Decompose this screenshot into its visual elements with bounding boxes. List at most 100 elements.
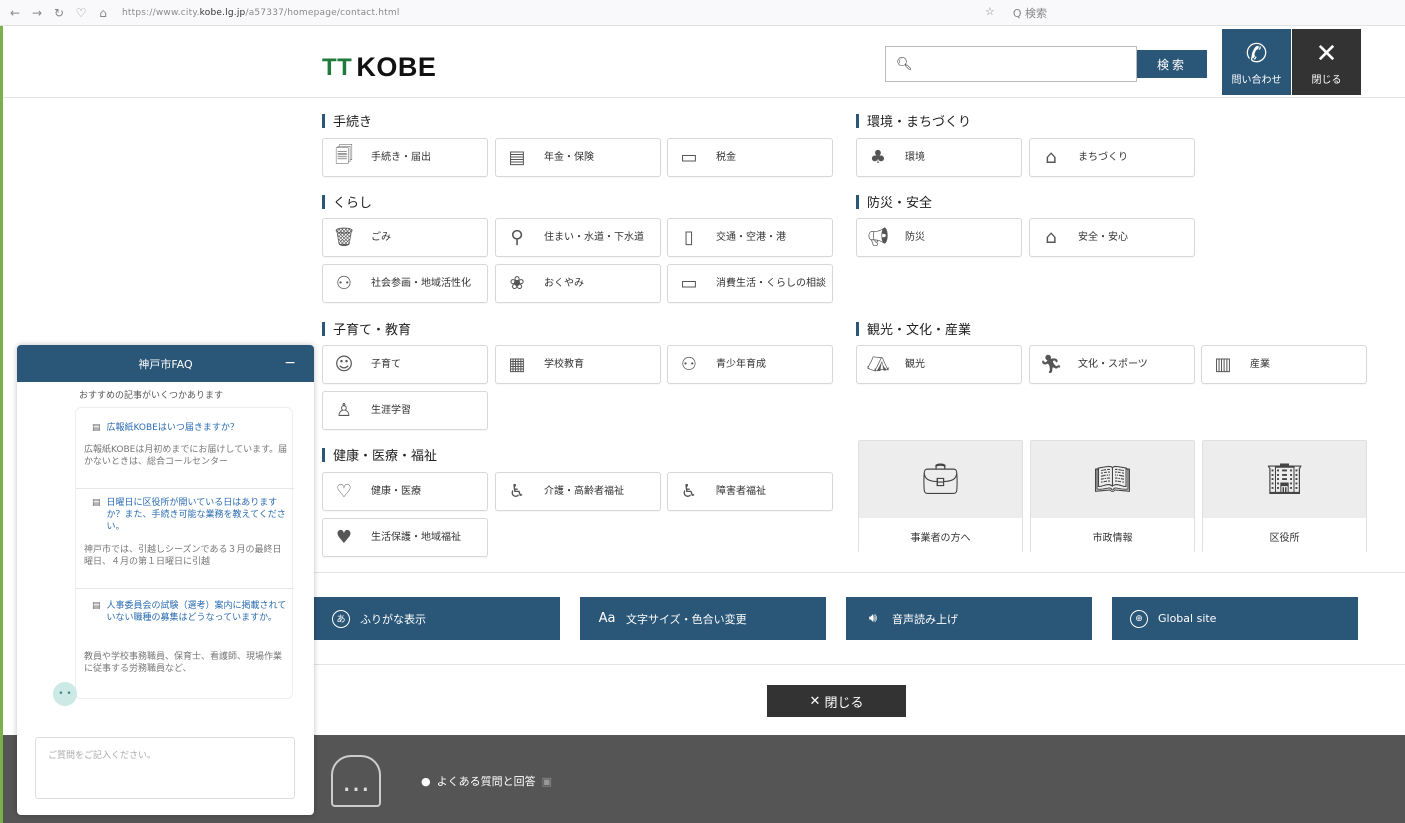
item-tourism[interactable]: ⛺︎ 観光 [856, 345, 1022, 384]
item-label: 社会参画・地域活性化 [371, 277, 471, 289]
item-procedures-filing[interactable]: 🗐 手続き・届出 [322, 138, 488, 177]
search-button[interactable]: 検索 [1137, 50, 1207, 78]
item-safety[interactable]: ⌂ 安全・安心 [1029, 218, 1195, 257]
card-business[interactable]: 💼︎ 事業者の方へ [858, 440, 1023, 554]
section-environment: 環境・まちづくり [856, 111, 971, 130]
divider [76, 488, 294, 489]
item-lifelong-learning[interactable]: ♙ 生涯学習 [322, 391, 488, 430]
faq-question[interactable]: ▤ 日曜日に区役所が開いている日はありますか？また、手続き可能な業務を教えてくださ… [92, 497, 288, 533]
read-aloud-button[interactable]: 🔊︎ 音声読み上げ [846, 597, 1092, 640]
contact-label: 問い合わせ [1231, 74, 1282, 86]
search-input[interactable] [920, 49, 1121, 79]
furigana-button[interactable]: あふりがな表示 [314, 597, 560, 640]
item-condolence[interactable]: ❀ おくやみ [495, 264, 661, 303]
item-industry[interactable]: ▥ 産業 [1201, 345, 1367, 384]
kobe-logo[interactable]: ΤΤ KOBE [322, 52, 436, 83]
chat-input[interactable]: ご質問をご記入ください。 [35, 737, 295, 799]
card-label: 市政情報 [1031, 518, 1194, 554]
item-health-medical[interactable]: ♡ 健康・医療 [322, 472, 488, 511]
close-label: 閉じる [1311, 74, 1342, 86]
item-tax[interactable]: ▭ 税金 [667, 138, 833, 177]
item-town-planning[interactable]: ⌂ まちづくり [1029, 138, 1195, 177]
address-bar[interactable]: https://www.city.kobe.lg.jp/a57337/homep… [122, 8, 400, 18]
item-label: 文化・スポーツ [1078, 358, 1148, 370]
close-menu-button[interactable]: ✕ 閉じる [1292, 29, 1361, 95]
item-disability-welfare[interactable]: ♿︎ 障害者福祉 [667, 472, 833, 511]
faq-question[interactable]: ▤ 広報紙KOBEはいつ届きますか？ [92, 422, 282, 434]
chat-title: 神戸市FAQ [138, 357, 193, 371]
text-size-color-button[interactable]: Aa 文字サイズ・色合い変更 [580, 597, 826, 640]
card-ward-office[interactable]: 🏢︎ 区役所 [1202, 440, 1367, 554]
item-label: 年金・保険 [544, 151, 594, 163]
item-environment[interactable]: ♣ 環境 [856, 138, 1022, 177]
contact-button[interactable]: ✆ 問い合わせ [1222, 29, 1291, 95]
util-label: ふりがな表示 [360, 612, 426, 626]
util-label: 音声読み上げ [892, 612, 958, 626]
item-label: 青少年育成 [716, 358, 766, 370]
heart-icon: ♡ [335, 481, 353, 502]
external-link-icon: ▣ [541, 774, 553, 788]
faq-link[interactable]: ● よくある質問と回答 ▣ [421, 773, 552, 789]
item-welfare-protection[interactable]: ♥ 生活保護・地域福祉 [322, 518, 488, 557]
trees-icon: ♣ [869, 147, 887, 168]
close-bottom-label: 閉じる [824, 695, 864, 711]
item-label: 生活保護・地域福祉 [371, 531, 461, 543]
close-bottom-button[interactable]: ✕ 閉じる [767, 685, 906, 717]
search-box[interactable]: 🔍︎ [885, 46, 1137, 82]
global-site-button[interactable]: ⊕ Global site [1112, 597, 1358, 640]
faq-answer: 神戸市では、引越しシーズンである３月の最終日曜日、４月の第１日曜日に引越 [84, 545, 282, 567]
chat-intro: おすすめの記事がいくつかあります [79, 391, 224, 401]
faq-answer: 広報紙KOBEは月初めまでにお届けしています。届かないときは、総合コールセンター [84, 445, 288, 467]
card-city-info[interactable]: 📖︎ 市政情報 [1030, 440, 1195, 554]
faq-answer: 教員や学校事務職員、保育士、看護師、現場作業に従事する労務職員など、 [84, 652, 283, 674]
browser-search[interactable]: Q 検索 [1013, 5, 1047, 21]
star-icon[interactable]: ☆ [985, 5, 995, 21]
chat-header[interactable]: 神戸市FAQ − [17, 345, 314, 382]
home-shield-icon: ⌂ [1045, 227, 1057, 248]
section-procedures: 手続き [322, 111, 372, 130]
faq-chat-widget: 神戸市FAQ − おすすめの記事がいくつかあります ▤ 広報紙KOBEはいつ届きま… [17, 345, 314, 815]
faq-link-label: よくある質問と回答 [436, 775, 536, 788]
item-label: ごみ [371, 231, 391, 243]
bullet-icon: ● [421, 774, 431, 788]
item-garbage[interactable]: 🗑︎ ごみ [322, 218, 488, 257]
url-suffix: /a57337/homepage/contact.html [245, 7, 400, 18]
document-icon: ▤ [92, 498, 101, 508]
item-consumer[interactable]: ▭ 消費生活・くらしの相談 [667, 264, 833, 303]
util-label: 文字サイズ・色合い変更 [626, 612, 747, 626]
baby-icon: ☺ [334, 354, 354, 375]
wheelchair-icon: ♿︎ [680, 481, 698, 502]
flower-icon: ❀ [509, 273, 525, 294]
back-icon[interactable]: ← [8, 6, 22, 20]
item-label: 環境 [905, 151, 925, 163]
item-youth[interactable]: ⚇ 青少年育成 [667, 345, 833, 384]
chat-bubble-icon: ▭ [680, 273, 698, 294]
close-icon: ✕ [809, 693, 821, 709]
item-label: おくやみ [544, 277, 584, 289]
item-childrearing[interactable]: ☺ 子育て [322, 345, 488, 384]
item-disaster-prevention[interactable]: 📢︎ 防災 [856, 218, 1022, 257]
item-housing-water[interactable]: ⚲ 住まい・水道・下水道 [495, 218, 661, 257]
megaphone-icon: 📢︎ [866, 227, 890, 248]
bot-avatar: • • [53, 682, 77, 706]
item-label: 観光 [905, 358, 925, 370]
item-elderly-care[interactable]: ♿︎ 介護・高齢者福祉 [495, 472, 661, 511]
minimize-icon[interactable]: − [284, 355, 296, 371]
item-pension-insurance[interactable]: ▤ 年金・保険 [495, 138, 661, 177]
item-community[interactable]: ⚇ 社会参画・地域活性化 [322, 264, 488, 303]
item-school[interactable]: ▦ 学校教育 [495, 345, 661, 384]
faq-question-text: 広報紙KOBEはいつ届きますか？ [106, 423, 239, 433]
faq-question[interactable]: ▤ 人事委員会の試験（選考）案内に掲載されていない職種の募集はどうなっていますか。 [92, 600, 288, 624]
hands-heart-icon: ♥ [335, 527, 353, 548]
logo-text: KOBE [356, 52, 437, 82]
forward-icon[interactable]: → [30, 6, 44, 20]
register-icon: ▭ [680, 147, 698, 168]
item-label: 学校教育 [544, 358, 584, 370]
shield-icon[interactable]: ♡ [74, 6, 88, 20]
browser-toolbar: ← → ↻ ♡ ⌂ https://www.city.kobe.lg.jp/a5… [0, 0, 1405, 26]
item-culture-sports[interactable]: 🏃︎ 文化・スポーツ [1029, 345, 1195, 384]
item-transport[interactable]: ▯ 交通・空港・港 [667, 218, 833, 257]
item-label: 健康・医療 [371, 485, 421, 497]
reload-icon[interactable]: ↻ [52, 6, 66, 20]
util-label: Global site [1158, 612, 1217, 625]
